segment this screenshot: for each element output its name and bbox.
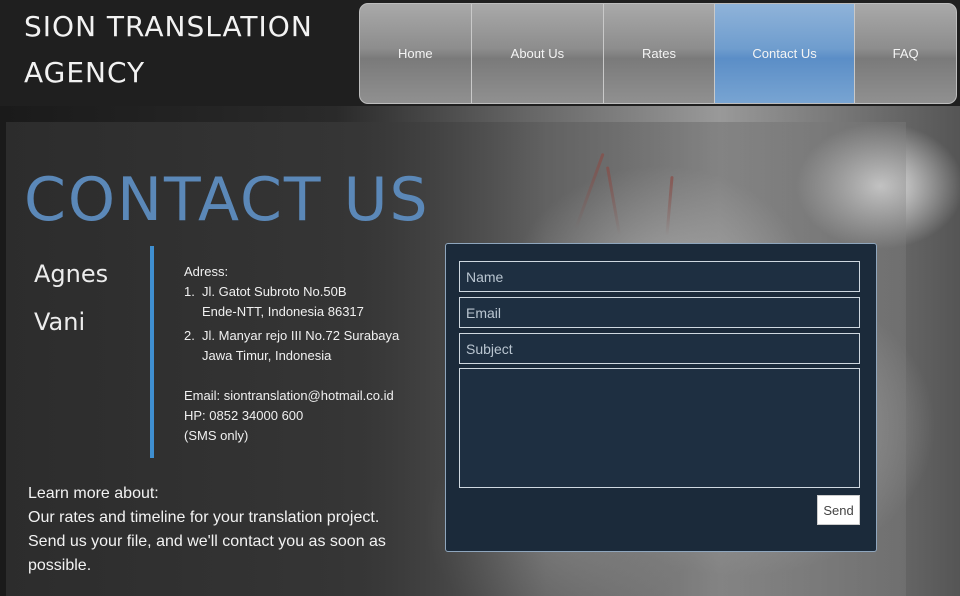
email-text: Email: siontranslation@hotmail.co.id <box>184 388 394 403</box>
learn-heading: Learn more about: <box>28 485 159 502</box>
nav-about-us[interactable]: About Us <box>472 4 605 103</box>
nav-contact-us[interactable]: Contact Us <box>714 4 856 103</box>
address-label: Adress: <box>184 264 229 279</box>
nav-faq[interactable]: FAQ <box>855 4 956 103</box>
address-number: 1. <box>184 284 195 299</box>
nav-home[interactable]: Home <box>360 4 472 103</box>
phone-text: HP: 0852 34000 600 <box>184 408 304 423</box>
address-number: 2. <box>184 328 195 343</box>
contact-form: Send <box>445 243 877 552</box>
address-item: 1. Jl. Gatot Subroto No.50B Ende-NTT, In… <box>184 282 434 322</box>
email-input[interactable] <box>459 297 860 328</box>
main-nav: Home About Us Rates Contact Us FAQ <box>359 3 957 104</box>
contact-name: Agnes <box>34 260 109 288</box>
learn-text: Our rates and timeline for your translat… <box>28 509 386 574</box>
logo-line-2: AGENCY <box>24 56 146 89</box>
phone-note: (SMS only) <box>184 428 249 443</box>
contact-details: Email: siontranslation@hotmail.co.id HP:… <box>184 386 434 446</box>
learn-more-block: Learn more about: Our rates and timeline… <box>28 482 388 578</box>
send-button[interactable]: Send <box>817 495 860 525</box>
logo-line-1: SION TRANSLATION <box>24 10 313 43</box>
address-item: 2. Jl. Manyar rejo III No.72 Surabaya Ja… <box>184 326 434 366</box>
page-title: CONTACT US <box>24 165 430 235</box>
site-logo[interactable]: SION TRANSLATION AGENCY <box>24 4 344 96</box>
address-line: Jl. Manyar rejo III No.72 Surabaya <box>202 328 400 343</box>
address-block: Adress: 1. Jl. Gatot Subroto No.50B Ende… <box>184 262 434 446</box>
message-textarea[interactable] <box>459 368 860 488</box>
subject-input[interactable] <box>459 333 860 364</box>
contact-names: Agnes Vani <box>34 258 108 354</box>
address-list: 1. Jl. Gatot Subroto No.50B Ende-NTT, In… <box>184 282 434 366</box>
nav-rates[interactable]: Rates <box>604 4 715 103</box>
address-line: Jl. Gatot Subroto No.50B <box>202 284 347 299</box>
contact-name: Vani <box>34 308 86 336</box>
address-line: Jawa Timur, Indonesia <box>202 348 332 363</box>
vertical-divider <box>150 246 154 458</box>
site-header: SION TRANSLATION AGENCY Home About Us Ra… <box>0 0 960 106</box>
name-input[interactable] <box>459 261 860 292</box>
address-line: Ende-NTT, Indonesia 86317 <box>202 304 364 319</box>
